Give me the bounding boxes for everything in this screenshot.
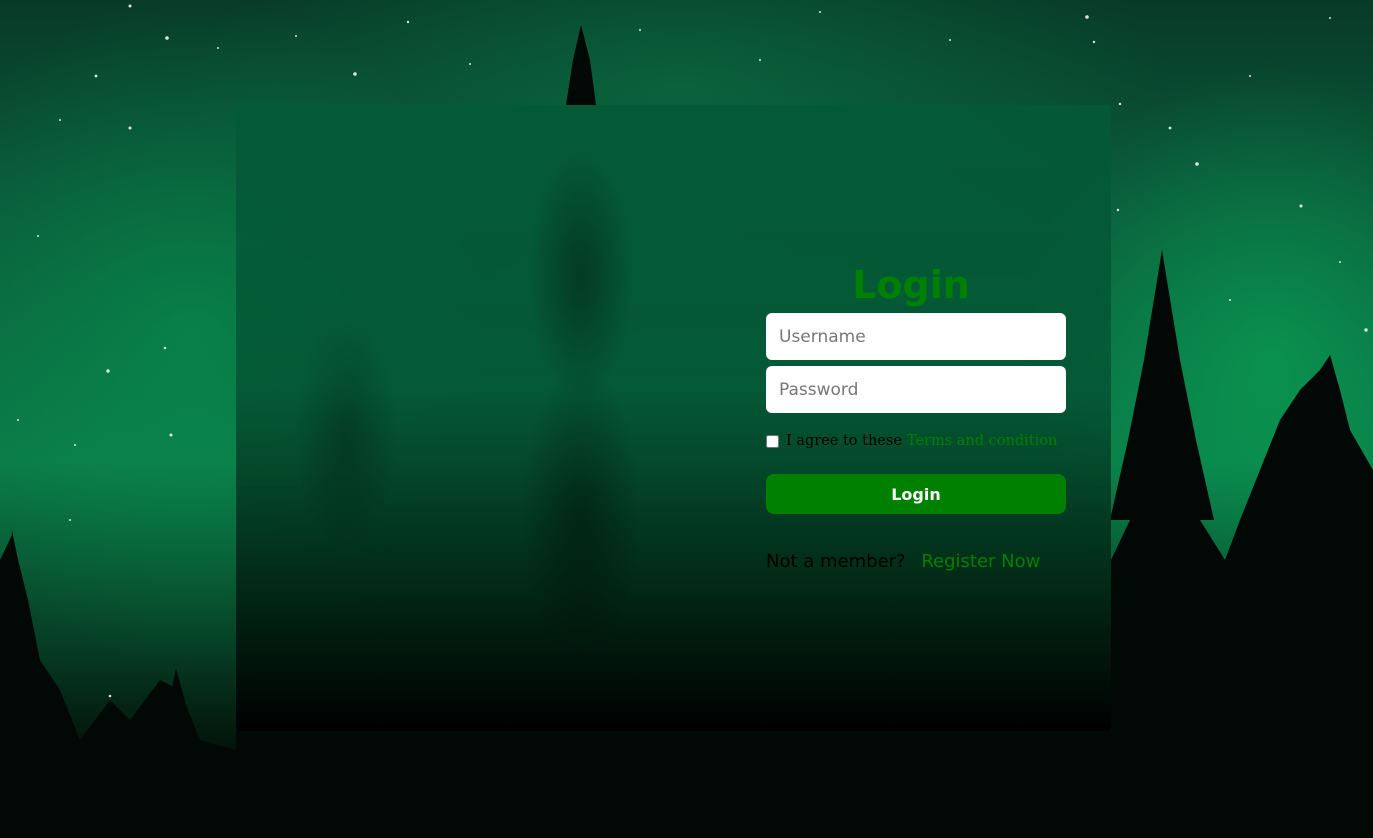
login-button[interactable]: Login (766, 474, 1066, 514)
login-form: Login I agree to these Terms and conditi… (766, 262, 1066, 572)
username-input[interactable] (766, 313, 1066, 360)
login-title: Login (852, 263, 970, 307)
terms-row: I agree to these Terms and condition (766, 433, 1066, 449)
terms-label: I agree to these (786, 433, 902, 449)
register-prompt: Not a member? (766, 551, 906, 572)
register-row: Not a member? Register Now (766, 551, 1066, 572)
terms-link[interactable]: Terms and condition (907, 433, 1057, 449)
terms-checkbox[interactable] (766, 434, 779, 448)
register-link[interactable]: Register Now (921, 551, 1040, 572)
password-input[interactable] (766, 366, 1066, 413)
